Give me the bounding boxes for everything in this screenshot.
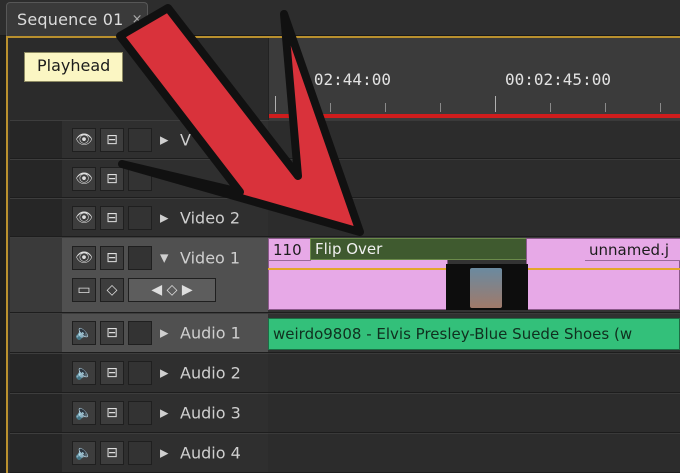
ruler-tick xyxy=(385,103,386,112)
clip-label: unnamed.j xyxy=(585,239,680,261)
track-strip xyxy=(10,314,62,352)
track-header-audio-2[interactable]: 🔈 ⊟ ▶ Audio 2 xyxy=(10,353,268,393)
expand-triangle-icon[interactable]: ▶ xyxy=(160,367,168,380)
track-header-audio-1[interactable]: 🔈 ⊟ ▶ Audio 1 xyxy=(10,313,268,353)
eye-icon[interactable]: 👁 xyxy=(72,246,96,270)
track-strip xyxy=(10,199,62,236)
sync-lock-icon[interactable] xyxy=(128,127,152,152)
speaker-icon[interactable]: 🔈 xyxy=(72,361,96,385)
lock-icon[interactable]: ⊟ xyxy=(100,205,124,230)
lock-icon[interactable]: ⊟ xyxy=(100,127,124,152)
ruler-tick xyxy=(440,103,441,112)
expand-triangle-icon[interactable]: ▶ xyxy=(160,407,168,420)
eye-icon[interactable]: 👁 xyxy=(72,127,96,152)
playhead-tooltip: Playhead xyxy=(24,52,124,82)
panel-tabbar: Sequence 01 × xyxy=(0,0,680,36)
track-lane[interactable] xyxy=(268,393,680,433)
ruler-tick xyxy=(605,103,606,112)
track-lane[interactable] xyxy=(268,353,680,393)
track-header-v3[interactable]: 👁 ⊟ ▶ V xyxy=(10,120,268,159)
track-header-v2b[interactable]: 👁 ⊟ xyxy=(10,159,268,198)
track-lane[interactable] xyxy=(268,433,680,473)
ruler-tick xyxy=(495,96,496,112)
collapse-triangle-icon[interactable]: ▼ xyxy=(160,252,168,265)
audio-clip[interactable]: weirdo9808 - Elvis Presley-Blue Suede Sh… xyxy=(268,318,680,350)
track-name: Audio 4 xyxy=(180,443,241,463)
tab-label: Sequence 01 xyxy=(17,10,124,29)
track-headers: 👁 ⊟ ▶ V 👁 ⊟ 👁 ⊟ ▶ Video 2 👁 ⊟ ▼ Video 1 … xyxy=(10,120,268,473)
track-name: Audio 3 xyxy=(180,403,241,423)
track-strip xyxy=(10,238,62,312)
lock-icon[interactable]: ⊟ xyxy=(100,441,124,465)
expand-triangle-icon[interactable]: ▶ xyxy=(160,211,168,224)
track-name: Video 1 xyxy=(180,248,241,268)
lock-icon[interactable]: ⊟ xyxy=(100,321,124,345)
sync-lock-icon[interactable] xyxy=(128,166,152,191)
ruler-tick xyxy=(275,96,276,112)
lock-icon[interactable]: ⊟ xyxy=(100,166,124,191)
track-strip xyxy=(10,434,62,472)
sync-lock-icon[interactable] xyxy=(128,205,152,230)
ruler-tick xyxy=(330,103,331,112)
track-header-video-2[interactable]: 👁 ⊟ ▶ Video 2 xyxy=(10,198,268,237)
track-lane[interactable] xyxy=(268,198,680,237)
track-strip xyxy=(10,394,62,432)
tab-sequence-01[interactable]: Sequence 01 × xyxy=(6,2,148,36)
track-strip xyxy=(10,354,62,392)
display-style-icon[interactable]: ▭ xyxy=(72,278,96,302)
thumbnail-figure xyxy=(470,268,502,308)
expand-triangle-icon[interactable]: ▶ xyxy=(160,447,168,460)
sync-lock-icon[interactable] xyxy=(128,441,152,465)
track-name: Audio 2 xyxy=(180,363,241,383)
timecode-1: 00:02:44:00 xyxy=(285,70,391,89)
track-lane-audio-1[interactable]: weirdo9808 - Elvis Presley-Blue Suede Sh… xyxy=(268,313,680,353)
keyframe-icon[interactable]: ◇ xyxy=(100,278,124,302)
track-name: V xyxy=(180,130,191,149)
sync-lock-icon[interactable] xyxy=(128,246,152,270)
lock-icon[interactable]: ⊟ xyxy=(100,246,124,270)
clip-thumbnail xyxy=(446,264,528,310)
track-strip xyxy=(10,121,62,158)
track-lane[interactable] xyxy=(268,159,680,198)
ruler-tick xyxy=(550,103,551,112)
sync-lock-icon[interactable] xyxy=(128,401,152,425)
track-header-video-1[interactable]: 👁 ⊟ ▼ Video 1 ▭ ◇ ◀ ◇ ▶ xyxy=(10,237,268,313)
track-lane-video-1[interactable]: 110 Flip Over unnamed.j xyxy=(268,237,680,313)
speaker-icon[interactable]: 🔈 xyxy=(72,401,96,425)
close-icon[interactable]: × xyxy=(132,12,143,27)
track-lane[interactable] xyxy=(268,120,680,159)
timeline-tracks[interactable]: 110 Flip Over unnamed.j weirdo9808 - Elv… xyxy=(268,120,680,473)
expand-triangle-icon[interactable]: ▶ xyxy=(160,133,168,146)
keyframe-navigator[interactable]: ◀ ◇ ▶ xyxy=(128,278,216,302)
track-header-audio-4[interactable]: 🔈 ⊟ ▶ Audio 4 xyxy=(10,433,268,473)
eye-icon[interactable]: 👁 xyxy=(72,166,96,191)
track-name: Video 2 xyxy=(180,208,241,227)
timecode-2: 00:02:45:00 xyxy=(505,70,611,89)
track-header-audio-3[interactable]: 🔈 ⊟ ▶ Audio 3 xyxy=(10,393,268,433)
video-clip-right[interactable]: unnamed.j xyxy=(526,238,680,310)
lock-icon[interactable]: ⊟ xyxy=(100,361,124,385)
clip-label: 110 xyxy=(269,239,311,261)
speaker-icon[interactable]: 🔈 xyxy=(72,321,96,345)
time-ruler[interactable]: 00:02:44:00 00:02:45:00 xyxy=(268,38,680,120)
sync-lock-icon[interactable] xyxy=(128,361,152,385)
work-area-bar[interactable] xyxy=(269,114,680,118)
eye-icon[interactable]: 👁 xyxy=(72,205,96,230)
sync-lock-icon[interactable] xyxy=(128,321,152,345)
lock-icon[interactable]: ⊟ xyxy=(100,401,124,425)
track-name: Audio 1 xyxy=(180,323,241,343)
ruler-tick xyxy=(660,103,661,112)
speaker-icon[interactable]: 🔈 xyxy=(72,441,96,465)
expand-triangle-icon[interactable]: ▶ xyxy=(160,327,168,340)
track-strip xyxy=(10,160,62,197)
